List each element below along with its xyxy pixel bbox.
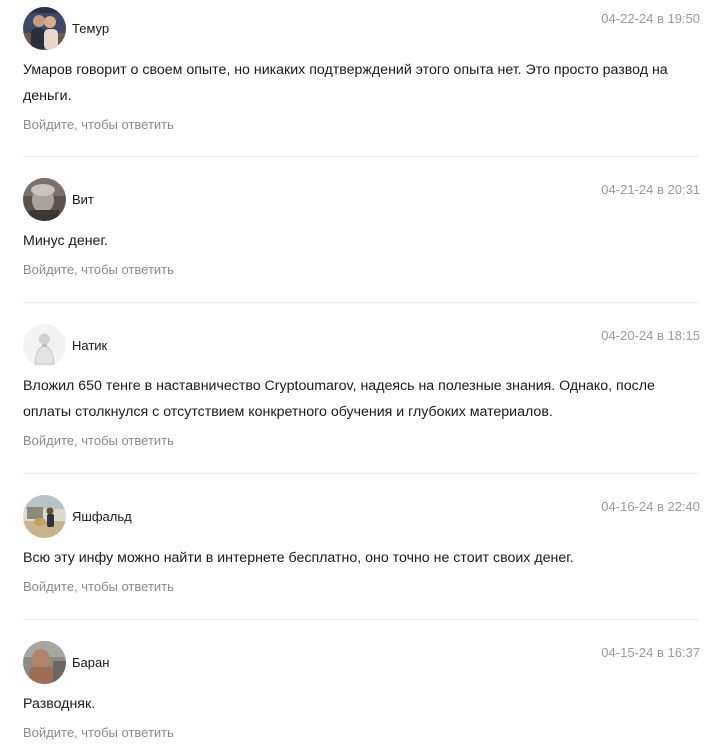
comment-divider bbox=[23, 619, 699, 620]
comment-text: Вложил 650 тенге в наставничество Crypto… bbox=[23, 378, 655, 420]
comment-item: Темур 04-22-24 в 19:50 Умаров говорит о … bbox=[0, 7, 718, 132]
comment-author[interactable]: Баран bbox=[72, 655, 109, 671]
user-avatar[interactable] bbox=[23, 495, 66, 538]
comment-item: Натик 04-20-24 в 18:15 Вложил 650 тенге … bbox=[0, 324, 718, 448]
user-avatar[interactable] bbox=[23, 178, 66, 221]
user-avatar[interactable] bbox=[23, 7, 66, 50]
comment-timestamp: 04-21-24 в 20:31 bbox=[601, 182, 700, 197]
avatar-photo-icon bbox=[23, 495, 66, 538]
comment-divider bbox=[23, 302, 699, 303]
comment-text: Разводняк. bbox=[23, 696, 96, 712]
reply-login-link[interactable]: Войдите, чтобы ответить bbox=[23, 725, 174, 741]
comment-header: Темур 04-22-24 в 19:50 bbox=[0, 7, 718, 51]
comment-header: Натик 04-20-24 в 18:15 bbox=[0, 324, 718, 368]
comment-item: Яшфальд 04-16-24 в 22:40 Всю эту инфу мо… bbox=[0, 495, 718, 594]
avatar-photo-icon bbox=[23, 178, 66, 221]
user-avatar[interactable] bbox=[23, 324, 66, 367]
comment-text: Минус денег. bbox=[23, 233, 108, 249]
comment-text: Умаров говорит о своем опыте, но никаких… bbox=[23, 62, 668, 104]
comment-divider bbox=[23, 473, 699, 474]
comment-author[interactable]: Темур bbox=[72, 21, 109, 37]
comment-header: Баран 04-15-24 в 16:37 bbox=[0, 641, 718, 685]
comment-author[interactable]: Яшфальд bbox=[72, 509, 132, 525]
avatar-photo-icon bbox=[23, 324, 66, 367]
comment-timestamp: 04-20-24 в 18:15 bbox=[601, 328, 700, 343]
reply-login-link[interactable]: Войдите, чтобы ответить bbox=[23, 117, 174, 133]
comment-header: Вит 04-21-24 в 20:31 bbox=[0, 178, 718, 222]
comment-author[interactable]: Вит bbox=[72, 192, 94, 208]
avatar-photo-icon bbox=[23, 641, 66, 684]
comment-timestamp: 04-16-24 в 22:40 bbox=[601, 499, 700, 514]
reply-login-link[interactable]: Войдите, чтобы ответить bbox=[23, 579, 174, 595]
comment-timestamp: 04-22-24 в 19:50 bbox=[601, 11, 700, 26]
comment-item: Вит 04-21-24 в 20:31 Минус денег. Войдит… bbox=[0, 178, 718, 277]
reply-login-link[interactable]: Войдите, чтобы ответить bbox=[23, 262, 174, 278]
comment-author[interactable]: Натик bbox=[72, 338, 107, 354]
comment-item: Баран 04-15-24 в 16:37 Разводняк. Войдит… bbox=[0, 641, 718, 740]
reply-login-link[interactable]: Войдите, чтобы ответить bbox=[23, 433, 174, 449]
comment-header: Яшфальд 04-16-24 в 22:40 bbox=[0, 495, 718, 539]
comment-divider bbox=[23, 156, 699, 157]
comment-text: Всю эту инфу можно найти в интернете бес… bbox=[23, 550, 574, 566]
avatar-photo-icon bbox=[23, 7, 66, 50]
comment-timestamp: 04-15-24 в 16:37 bbox=[601, 645, 700, 660]
user-avatar[interactable] bbox=[23, 641, 66, 684]
